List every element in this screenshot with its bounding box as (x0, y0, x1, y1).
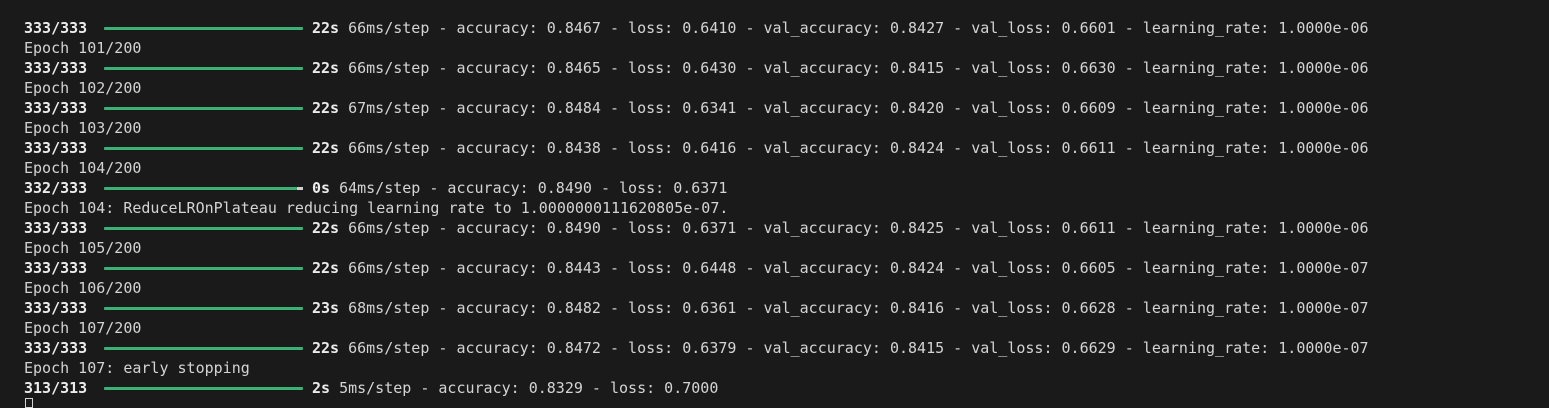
progress-bar (104, 266, 303, 270)
progress-bar-head (297, 186, 303, 190)
early-stopping-message: Epoch 107: early stopping (24, 358, 1549, 378)
progress-bar (104, 346, 303, 350)
epoch-text: Epoch 101/200 (24, 39, 142, 57)
elapsed-time: 23s (312, 299, 340, 317)
terminal-output: 333/333 22s 66ms/step - accuracy: 0.8467 -… (24, 18, 1549, 398)
epoch-text: Epoch 102/200 (24, 79, 142, 97)
lr-reduce-message: Epoch 104: ReduceLROnPlateau reducing le… (24, 198, 1549, 218)
progress-bar-fill (104, 346, 303, 350)
epoch-line: Epoch 103/200 (24, 118, 1549, 138)
progress-bar (104, 146, 303, 150)
metrics-text: 66ms/step - accuracy: 0.8443 - loss: 0.6… (348, 259, 1369, 277)
progress-bar-fill (104, 186, 298, 190)
step-counter: 333/333 (24, 139, 88, 157)
progress-bar (104, 386, 303, 390)
metrics-text: 68ms/step - accuracy: 0.8482 - loss: 0.6… (348, 299, 1369, 317)
progress-line: 333/333 22s 66ms/step - accuracy: 0.8472 -… (24, 338, 1549, 358)
progress-bar (104, 26, 303, 30)
progress-line: 333/333 22s 66ms/step - accuracy: 0.8438 -… (24, 138, 1549, 158)
progress-line: 333/333 22s 66ms/step - accuracy: 0.8490 -… (24, 218, 1549, 238)
epoch-text: Epoch 105/200 (24, 239, 142, 257)
progress-line: 333/333 22s 67ms/step - accuracy: 0.8484 -… (24, 98, 1549, 118)
elapsed-time: 22s (312, 19, 340, 37)
progress-line-evaluate: 313/313 2s 5ms/step - accuracy: 0.8329 - l… (24, 378, 1549, 398)
progress-bar (104, 186, 303, 190)
step-counter: 333/333 (24, 99, 88, 117)
progress-bar-fill (104, 26, 303, 30)
metrics-text: 66ms/step - accuracy: 0.8467 - loss: 0.6… (348, 19, 1369, 37)
progress-bar (104, 106, 303, 110)
elapsed-time: 22s (312, 339, 340, 357)
step-counter: 332/333 (24, 179, 88, 197)
progress-bar-fill (104, 386, 303, 390)
progress-bar-fill (104, 66, 303, 70)
step-counter: 333/333 (24, 59, 88, 77)
callback-text: Epoch 104: ReduceLROnPlateau reducing le… (24, 199, 729, 217)
terminal-cursor (25, 398, 33, 408)
progress-bar-fill (104, 266, 303, 270)
metrics-text: 66ms/step - accuracy: 0.8438 - loss: 0.6… (348, 139, 1369, 157)
metrics-text: 5ms/step - accuracy: 0.8329 - loss: 0.70… (339, 379, 719, 397)
elapsed-time: 22s (312, 219, 340, 237)
metrics-text: 67ms/step - accuracy: 0.8484 - loss: 0.6… (348, 99, 1369, 117)
progress-line: 333/333 22s 66ms/step - accuracy: 0.8467 -… (24, 18, 1549, 38)
epoch-line: Epoch 102/200 (24, 78, 1549, 98)
progress-bar-fill (104, 306, 303, 310)
epoch-text: Epoch 104/200 (24, 159, 142, 177)
progress-line: 333/333 22s 66ms/step - accuracy: 0.8443 -… (24, 258, 1549, 278)
elapsed-time: 2s (312, 379, 331, 397)
metrics-text: 66ms/step - accuracy: 0.8490 - loss: 0.6… (348, 219, 1369, 237)
progress-bar (104, 66, 303, 70)
metrics-text: 64ms/step - accuracy: 0.8490 - loss: 0.6… (339, 179, 728, 197)
elapsed-time: 22s (312, 59, 340, 77)
step-counter: 333/333 (24, 219, 88, 237)
step-counter: 333/333 (24, 299, 88, 317)
progress-bar (104, 306, 303, 310)
metrics-text: 66ms/step - accuracy: 0.8465 - loss: 0.6… (348, 59, 1369, 77)
epoch-text: Epoch 103/200 (24, 119, 142, 137)
epoch-line: Epoch 106/200 (24, 278, 1549, 298)
epoch-line: Epoch 105/200 (24, 238, 1549, 258)
elapsed-time: 22s (312, 99, 340, 117)
step-counter: 333/333 (24, 259, 88, 277)
step-counter: 313/313 (24, 379, 88, 397)
progress-line: 333/333 23s 68ms/step - accuracy: 0.8482 -… (24, 298, 1549, 318)
epoch-text: Epoch 106/200 (24, 279, 142, 297)
elapsed-time: 0s (312, 179, 331, 197)
progress-bar-fill (104, 106, 303, 110)
progress-bar-fill (104, 146, 303, 150)
callback-text: Epoch 107: early stopping (24, 359, 250, 377)
step-counter: 333/333 (24, 339, 88, 357)
step-counter: 333/333 (24, 19, 88, 37)
progress-bar (104, 226, 303, 230)
progress-line: 333/333 22s 66ms/step - accuracy: 0.8465 -… (24, 58, 1549, 78)
epoch-text: Epoch 107/200 (24, 319, 142, 337)
epoch-line: Epoch 101/200 (24, 38, 1549, 58)
epoch-line: Epoch 107/200 (24, 318, 1549, 338)
elapsed-time: 22s (312, 139, 340, 157)
progress-line-partial: 332/333 0s 64ms/step - accuracy: 0.8490 - … (24, 178, 1549, 198)
progress-bar-fill (104, 226, 303, 230)
metrics-text: 66ms/step - accuracy: 0.8472 - loss: 0.6… (348, 339, 1369, 357)
elapsed-time: 22s (312, 259, 340, 277)
epoch-line: Epoch 104/200 (24, 158, 1549, 178)
